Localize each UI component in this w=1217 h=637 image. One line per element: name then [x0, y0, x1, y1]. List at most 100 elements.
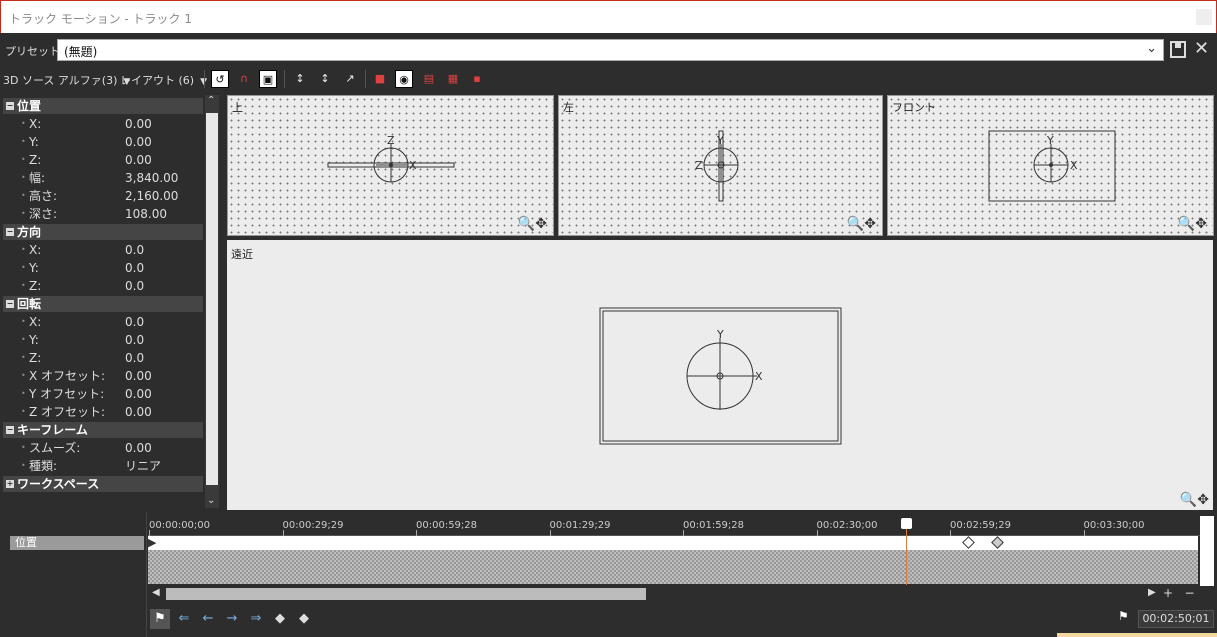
property-value[interactable]: 0.00: [125, 439, 152, 457]
property-value[interactable]: 0.0: [125, 331, 144, 349]
prev-keyframe-icon[interactable]: ←: [198, 609, 218, 629]
maximize-button[interactable]: [1196, 9, 1212, 25]
zoom-controls[interactable]: + −: [1163, 586, 1195, 600]
delete-keyframe-icon[interactable]: ◆: [294, 609, 314, 629]
delete-preset-icon[interactable]: ✕: [1194, 38, 1209, 59]
property-row[interactable]: • Y オフセット: 0.00: [3, 385, 203, 403]
zoom-in-button[interactable]: +: [1163, 586, 1173, 600]
sync-cursor-icon[interactable]: ⚑: [150, 609, 170, 629]
scroll-left-icon[interactable]: ◀: [152, 587, 160, 598]
property-row[interactable]: • Y: 0.00: [3, 133, 203, 151]
property-value[interactable]: 3,840.00: [125, 169, 178, 187]
property-row[interactable]: • 幅: 3,840.00: [3, 169, 203, 187]
hscroll-thumb[interactable]: [166, 588, 646, 600]
last-keyframe-icon[interactable]: ⇒: [246, 609, 266, 629]
property-row[interactable]: • Z: 0.0: [3, 277, 203, 295]
zoom-pan-icon[interactable]: 🔍✥: [1178, 216, 1207, 232]
property-row[interactable]: • X オフセット: 0.00: [3, 367, 203, 385]
playhead-marker[interactable]: [901, 518, 912, 529]
first-keyframe-icon[interactable]: ⇐: [174, 609, 194, 629]
preset-dropdown[interactable]: (無題) ⌄: [57, 39, 1164, 61]
property-row[interactable]: • Z: 0.00: [3, 151, 203, 169]
property-row[interactable]: • 深さ: 108.00: [3, 205, 203, 223]
property-value[interactable]: 0.0: [125, 241, 144, 259]
property-value[interactable]: 0.00: [125, 385, 152, 403]
move-lock-icon[interactable]: ▪: [468, 70, 486, 88]
collapse-icon[interactable]: −: [6, 426, 14, 434]
property-row[interactable]: • 種類: リニア: [3, 457, 203, 475]
lock-y-icon[interactable]: ↕: [316, 70, 334, 88]
property-value[interactable]: 0.00: [125, 133, 152, 151]
scroll-up-icon[interactable]: ⌃: [207, 95, 215, 106]
section-header[interactable]: − 方向: [3, 224, 203, 240]
property-row[interactable]: • Z オフセット: 0.00: [3, 403, 203, 421]
front-view-gizmo: Y X: [988, 130, 1116, 202]
zoom-pan-icon[interactable]: 🔍✥: [1180, 492, 1209, 508]
property-value[interactable]: 0.0: [125, 313, 144, 331]
property-row[interactable]: • 高さ: 2,160.00: [3, 187, 203, 205]
bullet-icon: •: [21, 353, 26, 362]
view-top[interactable]: 上 Z X 🔍✥: [227, 95, 554, 236]
track-row-position[interactable]: 位置: [10, 536, 144, 550]
zoom-pan-icon[interactable]: 🔍✥: [518, 216, 547, 232]
property-row[interactable]: • Y: 0.0: [3, 331, 203, 349]
timecode-display[interactable]: 00:02:50;01: [1138, 610, 1214, 628]
lock-z-icon[interactable]: ↗: [341, 70, 359, 88]
timeline-ruler[interactable]: 00:00:00;00 00:00:29;29 00:00:59;28 00:01:2…: [148, 516, 1200, 536]
next-keyframe-icon[interactable]: →: [222, 609, 242, 629]
view-front[interactable]: フロント Y X 🔍✥: [887, 95, 1214, 236]
property-row[interactable]: • X: 0.00: [3, 115, 203, 133]
scale-lock-icon[interactable]: ▤: [420, 70, 438, 88]
property-value[interactable]: リニア: [125, 457, 161, 475]
property-label: 高さ:: [29, 189, 58, 203]
rotate-lock-icon[interactable]: ▦: [444, 70, 462, 88]
section-header[interactable]: − キーフレーム: [3, 422, 203, 438]
start-keyframe-icon[interactable]: ▶: [148, 536, 156, 549]
property-value[interactable]: 0.0: [125, 349, 144, 367]
zoom-out-button[interactable]: −: [1185, 586, 1195, 600]
magnet-icon[interactable]: ∩: [235, 70, 253, 88]
keyframe-row[interactable]: ▶: [148, 536, 1198, 550]
prerender-icon[interactable]: ▣: [259, 70, 277, 88]
properties-scrollbar[interactable]: ⌃ ⌄: [205, 95, 219, 508]
view-perspective[interactable]: 遠近 Y X 🔍✥: [227, 240, 1213, 510]
add-keyframe-icon[interactable]: ◆: [270, 609, 290, 629]
timeline-track-area[interactable]: [148, 550, 1198, 584]
keyframe-marker[interactable]: [991, 536, 1004, 549]
property-row[interactable]: • Y: 0.0: [3, 259, 203, 277]
property-value[interactable]: 0.00: [125, 403, 152, 421]
property-value[interactable]: 2,160.00: [125, 187, 178, 205]
lock-x-icon[interactable]: ↕: [291, 70, 309, 88]
property-row[interactable]: • X: 0.0: [3, 241, 203, 259]
property-value[interactable]: 0.00: [125, 151, 152, 169]
undo-icon[interactable]: ↺: [211, 70, 229, 88]
object-space-icon[interactable]: ■: [371, 70, 389, 88]
property-value[interactable]: 0.0: [125, 259, 144, 277]
scroll-right-icon[interactable]: ▶: [1148, 587, 1156, 598]
keyframe-marker[interactable]: [962, 536, 975, 549]
collapse-icon[interactable]: −: [6, 102, 14, 110]
property-row[interactable]: • Z: 0.0: [3, 349, 203, 367]
expand-icon[interactable]: +: [6, 480, 14, 488]
view-left[interactable]: 左 Y Z 🔍✥: [558, 95, 883, 236]
scroll-thumb[interactable]: [206, 113, 218, 485]
timeline-horizontal-scrollbar[interactable]: ◀ ▶ + −: [148, 586, 1200, 602]
layout-dropdown[interactable]: レイアウト (6)▼: [120, 72, 207, 88]
section-header[interactable]: − 回転: [3, 296, 203, 312]
property-row[interactable]: • X: 0.0: [3, 313, 203, 331]
property-value[interactable]: 0.00: [125, 115, 152, 133]
zoom-pan-icon[interactable]: 🔍✥: [847, 216, 876, 232]
section-header[interactable]: + ワークスペース: [3, 476, 203, 492]
property-row[interactable]: • スムーズ: 0.00: [3, 439, 203, 457]
property-value[interactable]: 0.0: [125, 277, 144, 295]
camera-space-icon[interactable]: ◉: [395, 70, 413, 88]
save-preset-icon[interactable]: [1170, 41, 1186, 58]
scroll-down-icon[interactable]: ⌄: [207, 495, 215, 506]
timeline-vertical-scrollbar[interactable]: [1200, 516, 1214, 586]
section-header[interactable]: − 位置: [3, 98, 203, 114]
property-value[interactable]: 108.00: [125, 205, 167, 223]
property-value[interactable]: 0.00: [125, 367, 152, 385]
collapse-icon[interactable]: −: [6, 300, 14, 308]
collapse-icon[interactable]: −: [6, 228, 14, 236]
source-alpha-dropdown[interactable]: 3D ソース アルファ(3) ▼: [3, 72, 130, 88]
